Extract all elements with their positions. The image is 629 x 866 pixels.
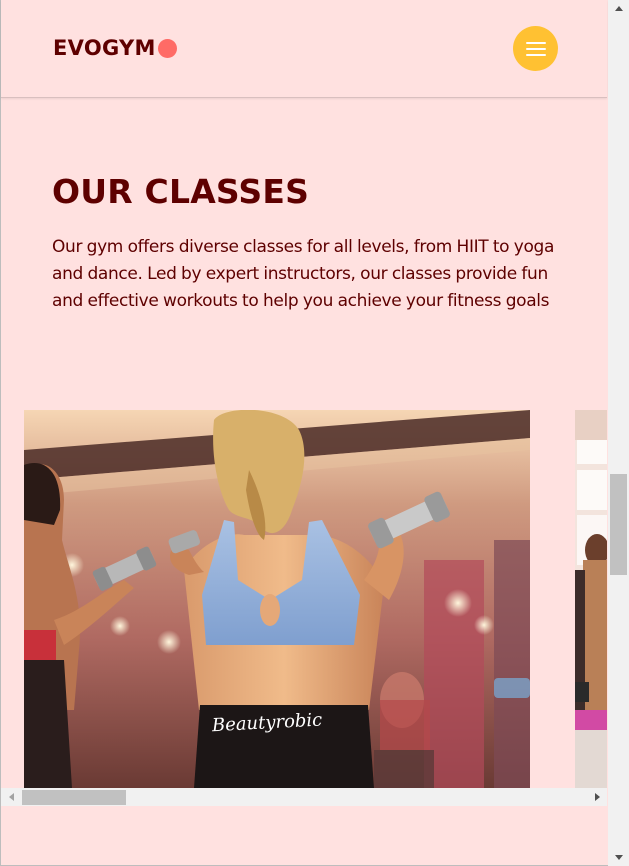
menu-button[interactable]: [513, 26, 558, 71]
class-card[interactable]: Beautyrobic: [24, 410, 530, 788]
scroll-up-arrow-icon[interactable]: [608, 0, 629, 17]
navbar: EVOGYM: [1, 0, 607, 98]
logo-text: EVOGYM: [53, 36, 156, 60]
hamburger-menu-icon: [525, 41, 546, 44]
women-lifting-dumbbells-photo: Beautyrobic: [24, 410, 530, 788]
classes-carousel[interactable]: Beautyrobic: [1, 410, 607, 788]
logo[interactable]: EVOGYM: [53, 36, 177, 60]
horizontal-scrollbar-thumb[interactable]: [22, 790, 126, 805]
horizontal-scrollbar[interactable]: [1, 788, 607, 806]
scroll-left-arrow-icon[interactable]: [2, 788, 20, 806]
vertical-scrollbar-thumb[interactable]: [610, 474, 627, 575]
scroll-right-arrow-icon[interactable]: [588, 788, 606, 806]
logo-dot-icon: [157, 39, 177, 58]
page-title: OUR CLASSES: [52, 172, 310, 211]
class-photo-partial: [575, 410, 607, 788]
section-description: Our gym offers diverse classes for all l…: [52, 237, 555, 312]
vertical-scrollbar[interactable]: [608, 0, 629, 866]
class-card-partial[interactable]: [575, 410, 607, 788]
scroll-down-arrow-icon[interactable]: [608, 849, 629, 866]
